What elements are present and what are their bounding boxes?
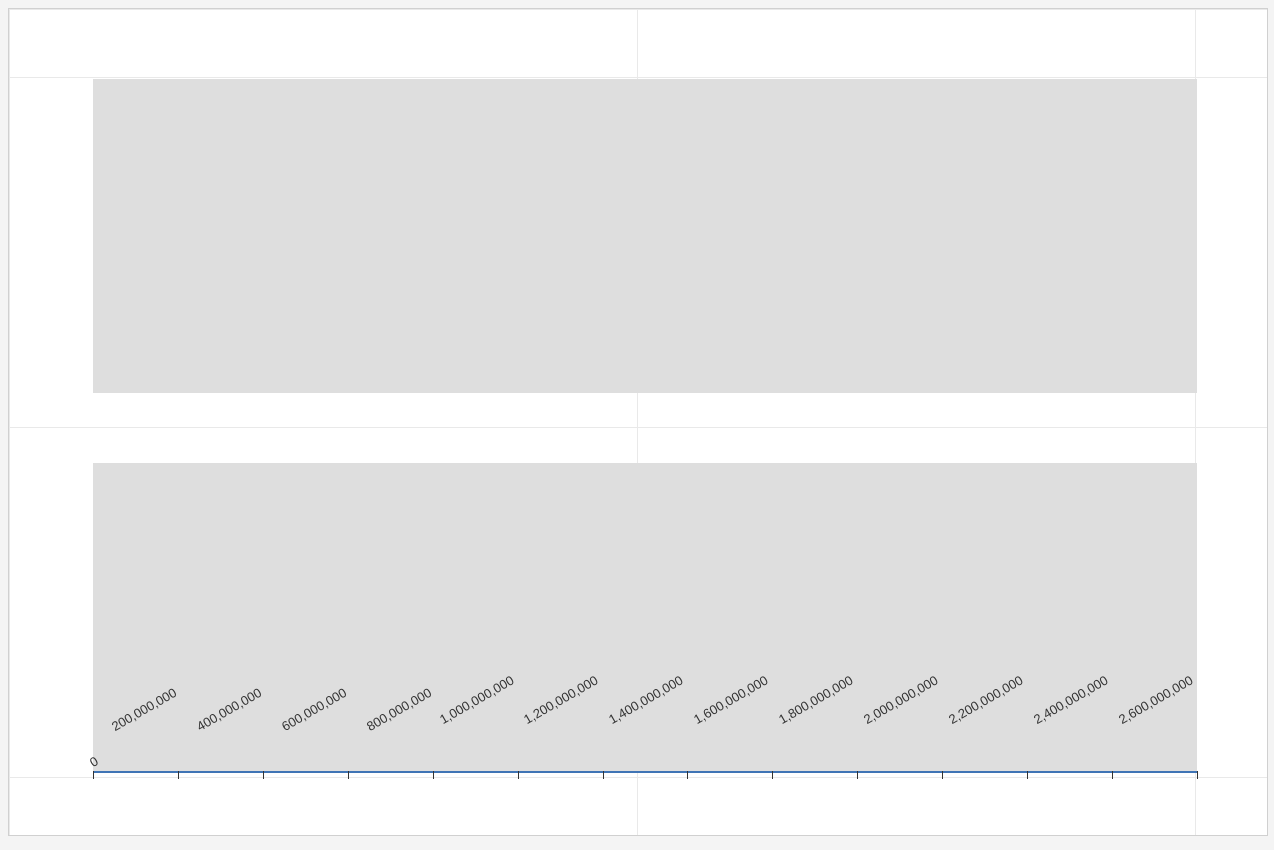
x-tick (1197, 771, 1198, 779)
x-tick (433, 771, 434, 779)
grid-line (9, 9, 10, 835)
x-tick (772, 771, 773, 779)
x-tick (178, 771, 179, 779)
x-tick (687, 771, 688, 779)
x-tick (518, 771, 519, 779)
grid-line (9, 427, 1267, 428)
x-tick (1027, 771, 1028, 779)
x-tick (348, 771, 349, 779)
bar-bottom (93, 463, 1197, 773)
x-axis (93, 771, 1197, 773)
x-tick (857, 771, 858, 779)
chart-frame: 0200,000,000400,000,000600,000,000800,00… (8, 8, 1268, 836)
grid-line (9, 77, 1267, 78)
x-axis-ticks: 0200,000,000400,000,000600,000,000800,00… (9, 771, 1267, 831)
x-tick (603, 771, 604, 779)
bar-top (93, 79, 1197, 393)
x-tick (93, 771, 94, 779)
x-tick (1112, 771, 1113, 779)
grid-line (9, 9, 1267, 10)
x-tick (263, 771, 264, 779)
x-tick (942, 771, 943, 779)
